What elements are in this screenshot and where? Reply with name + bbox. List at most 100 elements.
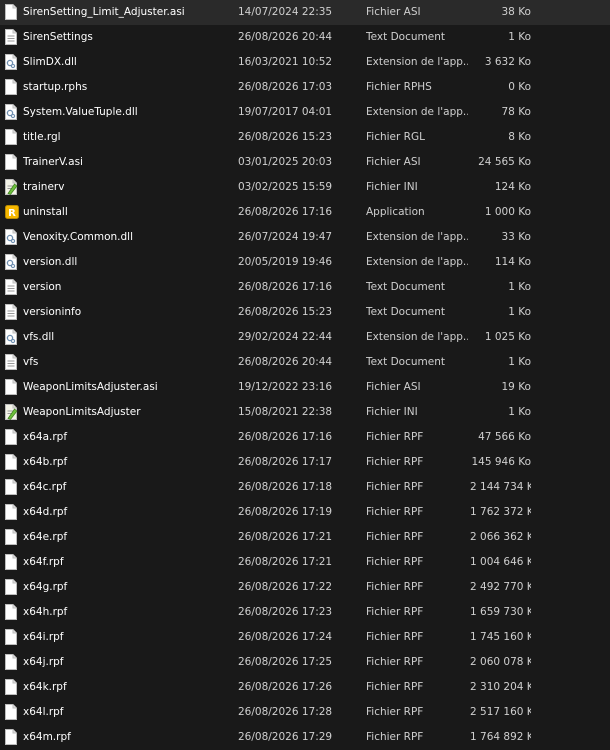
file-date-modified: 26/08/2026 17:23	[238, 606, 333, 618]
file-name[interactable]: SlimDX.dll	[23, 50, 228, 75]
file-name[interactable]: x64b.rpf	[23, 450, 228, 475]
file-type: Fichier ASI	[366, 381, 421, 393]
file-date-modified: 26/08/2026 17:16	[238, 281, 333, 293]
file-row[interactable]: versioninfo 26/08/2026 15:23 Text Document…	[0, 300, 610, 325]
file-name[interactable]: Venoxity.Common.dll	[23, 225, 228, 250]
file-name[interactable]: WeaponLimitsAdjuster.asi	[23, 375, 228, 400]
file-name[interactable]: System.ValueTuple.dll	[23, 100, 228, 125]
file-name[interactable]: x64a.rpf	[23, 425, 228, 450]
file-type: Fichier ASI	[366, 6, 421, 18]
ini-settings-icon	[5, 175, 21, 200]
rockstar-app-icon: R	[5, 200, 21, 225]
file-name[interactable]: x64j.rpf	[23, 650, 228, 675]
file-name[interactable]: x64k.rpf	[23, 675, 228, 700]
file-name[interactable]: trainerv	[23, 175, 228, 200]
file-icon	[5, 150, 21, 175]
file-row[interactable]: x64h.rpf 26/08/2026 17:23 Fichier RPF 1 659…	[0, 600, 610, 625]
file-row[interactable]: x64k.rpf 26/08/2026 17:26 Fichier RPF 2 310…	[0, 675, 610, 700]
file-name[interactable]: SirenSettings	[23, 25, 228, 50]
file-size: 145 946 Ko	[471, 456, 531, 468]
file-date-modified: 20/05/2019 19:46	[238, 256, 333, 268]
file-size: 1 025 Ko	[484, 331, 531, 343]
file-date-modified: 29/02/2024 22:44	[238, 331, 333, 343]
file-size: 1 659 730 Ko	[470, 606, 531, 618]
file-type: Text Document	[366, 356, 445, 368]
file-icon	[5, 650, 21, 675]
file-icon	[5, 500, 21, 525]
file-row[interactable]: trainerv 03/02/2025 15:59 Fichier INI 124 K…	[0, 175, 610, 200]
file-type: Extension de l'app...	[366, 331, 468, 343]
file-row[interactable]: Venoxity.Common.dll 26/07/2024 19:47 Exten…	[0, 225, 610, 250]
file-size: 2 517 160 Ko	[470, 706, 531, 718]
file-name[interactable]: version	[23, 275, 228, 300]
file-name[interactable]: versioninfo	[23, 300, 228, 325]
file-type: Fichier RPF	[366, 481, 424, 493]
file-row[interactable]: vfs 26/08/2026 20:44 Text Document 1 Ko	[0, 350, 610, 375]
file-name[interactable]: x64c.rpf	[23, 475, 228, 500]
file-name[interactable]: version.dll	[23, 250, 228, 275]
file-row[interactable]: x64j.rpf 26/08/2026 17:25 Fichier RPF 2 060…	[0, 650, 610, 675]
file-row[interactable]: x64m.rpf 26/08/2026 17:29 Fichier RPF 1 764…	[0, 725, 610, 750]
file-name[interactable]: x64f.rpf	[23, 550, 228, 575]
file-type: Fichier RPF	[366, 506, 424, 518]
file-date-modified: 26/08/2026 17:25	[238, 656, 333, 668]
file-date-modified: 26/08/2026 17:17	[238, 456, 333, 468]
file-row[interactable]: x64a.rpf 26/08/2026 17:16 Fichier RPF 47 56…	[0, 425, 610, 450]
file-type: Fichier RPHS	[366, 81, 432, 93]
file-name[interactable]: vfs	[23, 350, 228, 375]
file-size: 2 310 204 Ko	[470, 681, 531, 693]
file-row[interactable]: startup.rphs 26/08/2026 17:03 Fichier RPHS…	[0, 75, 610, 100]
file-type: Fichier RGL	[366, 131, 425, 143]
file-type: Fichier RPF	[366, 606, 424, 618]
file-date-modified: 26/08/2026 17:28	[238, 706, 333, 718]
file-size: 1 000 Ko	[484, 206, 531, 218]
file-icon	[5, 525, 21, 550]
file-name[interactable]: vfs.dll	[23, 325, 228, 350]
dll-icon	[5, 325, 21, 350]
file-type: Fichier RPF	[366, 556, 424, 568]
file-size: 124 Ko	[494, 181, 531, 193]
file-date-modified: 26/08/2026 17:16	[238, 431, 333, 443]
file-name[interactable]: uninstall	[23, 200, 228, 225]
file-type: Fichier RPF	[366, 706, 424, 718]
file-name[interactable]: x64i.rpf	[23, 625, 228, 650]
file-row[interactable]: System.ValueTuple.dll 19/07/2017 04:01 Ext…	[0, 100, 610, 125]
file-row[interactable]: WeaponLimitsAdjuster.asi 19/12/2022 23:16…	[0, 375, 610, 400]
file-row[interactable]: x64g.rpf 26/08/2026 17:22 Fichier RPF 2 492…	[0, 575, 610, 600]
file-name[interactable]: x64h.rpf	[23, 600, 228, 625]
file-name[interactable]: WeaponLimitsAdjuster	[23, 400, 228, 425]
file-icon	[5, 700, 21, 725]
file-row[interactable]: Runinstall 26/08/2026 17:16 Application 1 0…	[0, 200, 610, 225]
file-row[interactable]: SlimDX.dll 16/03/2021 10:52 Extension de l…	[0, 50, 610, 75]
file-row[interactable]: version 26/08/2026 17:16 Text Document 1 Ko	[0, 275, 610, 300]
file-row[interactable]: version.dll 20/05/2019 19:46 Extension de …	[0, 250, 610, 275]
text-document-icon	[5, 350, 21, 375]
file-name[interactable]: x64e.rpf	[23, 525, 228, 550]
file-date-modified: 19/07/2017 04:01	[238, 106, 333, 118]
file-row[interactable]: SirenSetting_Limit_Adjuster.asi 14/07/202…	[0, 0, 610, 25]
file-row[interactable]: x64b.rpf 26/08/2026 17:17 Fichier RPF 145 9…	[0, 450, 610, 475]
file-name[interactable]: x64m.rpf	[23, 725, 228, 750]
file-row[interactable]: WeaponLimitsAdjuster 15/08/2021 22:38 Fich…	[0, 400, 610, 425]
file-row[interactable]: x64f.rpf 26/08/2026 17:21 Fichier RPF 1 004…	[0, 550, 610, 575]
file-row[interactable]: title.rgl 26/08/2026 15:23 Fichier RGL 8 Ko	[0, 125, 610, 150]
file-row[interactable]: x64i.rpf 26/08/2026 17:24 Fichier RPF 1 745…	[0, 625, 610, 650]
file-size: 2 060 078 Ko	[470, 656, 531, 668]
file-row[interactable]: x64e.rpf 26/08/2026 17:21 Fichier RPF 2 066…	[0, 525, 610, 550]
file-row[interactable]: x64l.rpf 26/08/2026 17:28 Fichier RPF 2 517…	[0, 700, 610, 725]
file-row[interactable]: x64c.rpf 26/08/2026 17:18 Fichier RPF 2 144…	[0, 475, 610, 500]
file-name[interactable]: TrainerV.asi	[23, 150, 228, 175]
file-name[interactable]: startup.rphs	[23, 75, 228, 100]
file-icon	[5, 575, 21, 600]
file-icon	[5, 475, 21, 500]
file-row[interactable]: x64d.rpf 26/08/2026 17:19 Fichier RPF 1 762…	[0, 500, 610, 525]
file-name[interactable]: x64g.rpf	[23, 575, 228, 600]
file-name[interactable]: x64l.rpf	[23, 700, 228, 725]
file-name[interactable]: title.rgl	[23, 125, 228, 150]
file-name[interactable]: x64d.rpf	[23, 500, 228, 525]
file-row[interactable]: TrainerV.asi 03/01/2025 20:03 Fichier ASI 2…	[0, 150, 610, 175]
file-name[interactable]: SirenSetting_Limit_Adjuster.asi	[23, 0, 228, 25]
file-row[interactable]: SirenSettings 26/08/2026 20:44 Text Docume…	[0, 25, 610, 50]
file-type: Text Document	[366, 31, 445, 43]
file-row[interactable]: vfs.dll 29/02/2024 22:44 Extension de l'ap…	[0, 325, 610, 350]
